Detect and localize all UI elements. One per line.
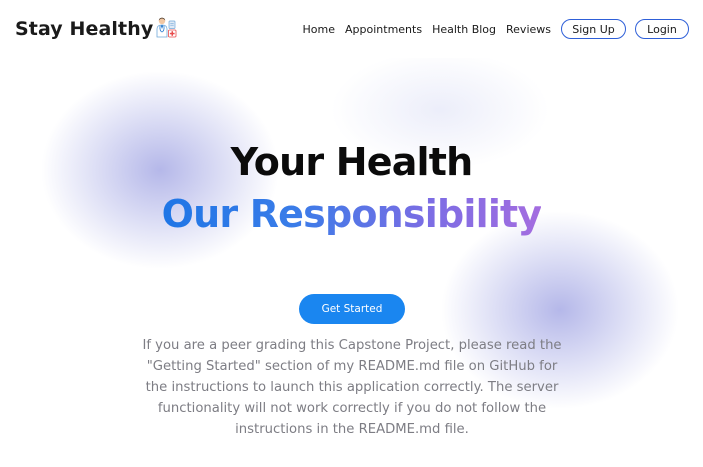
hero-section: Your Health Our Responsibility Get Start… <box>0 0 703 467</box>
get-started-button[interactable]: Get Started <box>299 294 405 324</box>
nav-link-home[interactable]: Home <box>303 23 335 36</box>
landing-page: Stay Healthy Home Appointments Health Bl… <box>0 0 703 467</box>
hero-title-line-1: Your Health <box>230 140 474 184</box>
brand-name: Stay Healthy <box>15 18 154 40</box>
sign-up-button[interactable]: Sign Up <box>561 19 626 39</box>
nav-link-appointments[interactable]: Appointments <box>345 23 422 36</box>
hero-description: If you are a peer grading this Capstone … <box>142 338 562 437</box>
brand-logo[interactable]: Stay Healthy <box>15 17 177 40</box>
navbar: Stay Healthy Home Appointments Health Bl… <box>0 0 703 58</box>
hero-title-line-2: Our Responsibility <box>0 192 703 236</box>
nav-link-health-blog[interactable]: Health Blog <box>432 23 496 36</box>
nav-links: Home Appointments Health Blog Reviews Si… <box>303 19 689 39</box>
login-button[interactable]: Login <box>635 19 689 39</box>
doctor-icon <box>156 17 177 38</box>
hero-title-gradient-text: Our Responsibility <box>161 192 543 236</box>
nav-link-reviews[interactable]: Reviews <box>506 23 551 36</box>
